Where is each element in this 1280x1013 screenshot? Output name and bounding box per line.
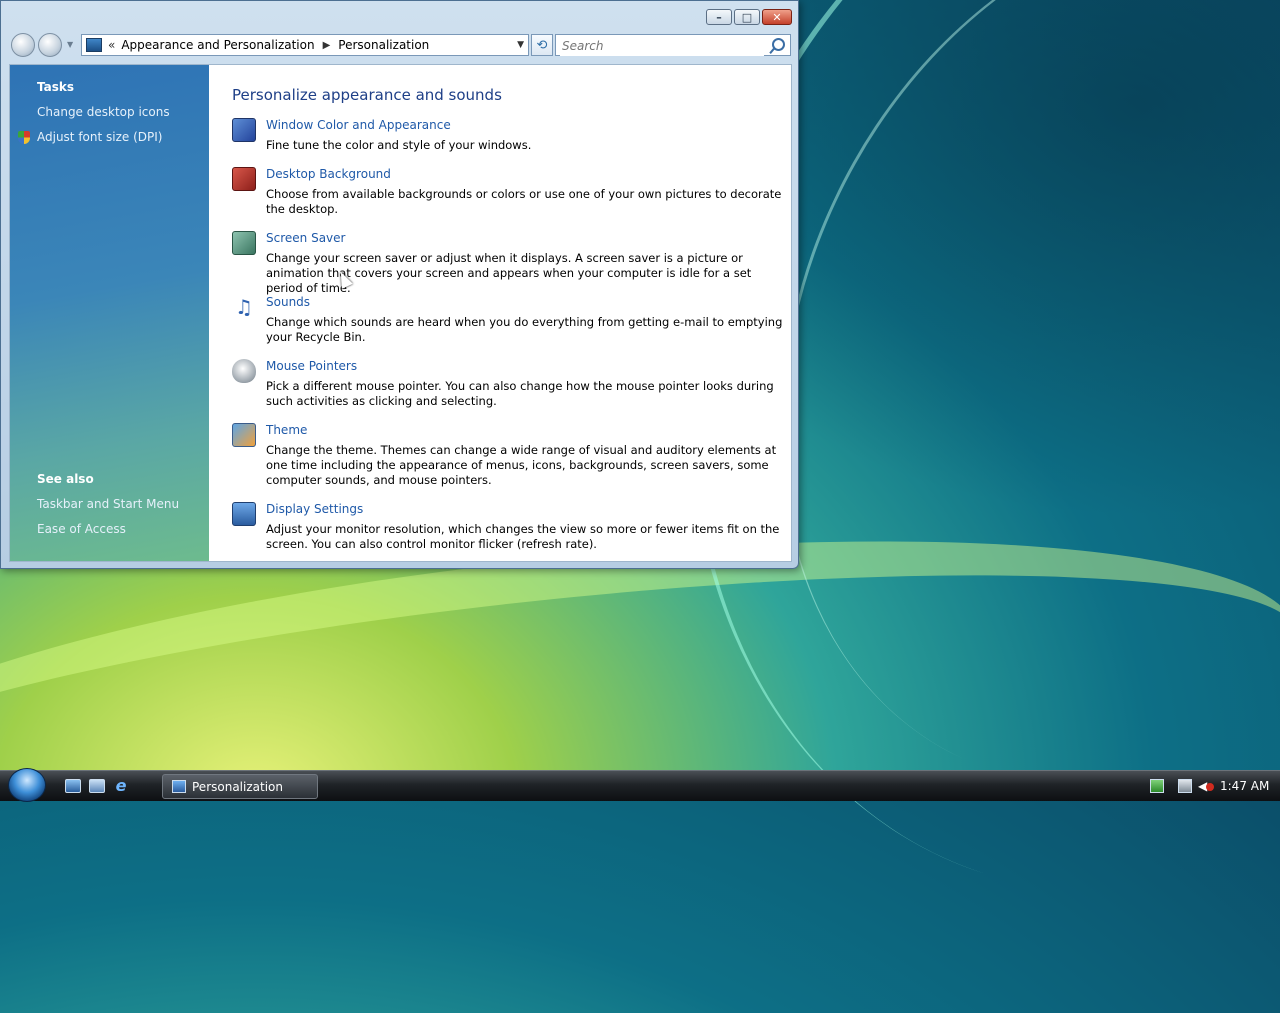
minimize-button[interactable]: –	[706, 9, 732, 25]
internet-explorer-icon[interactable]: e	[113, 778, 129, 794]
display-settings-description: Adjust your monitor resolution, which ch…	[266, 522, 780, 551]
screen-saver-icon[interactable]	[232, 231, 256, 255]
change-desktop-icons-link[interactable]: Change desktop icons	[37, 105, 170, 119]
taskbar-button-label: Personalization	[192, 779, 283, 794]
clock[interactable]: 1:47 AM	[1220, 779, 1269, 793]
ease-of-access-link[interactable]: Ease of Access	[37, 522, 126, 536]
theme-icon[interactable]	[232, 423, 256, 447]
notification-area: ◀ 1:47 AM	[1140, 771, 1280, 801]
content-area: Tasks Change desktop icons Adjust font s…	[9, 64, 792, 562]
theme-link[interactable]: Theme	[266, 423, 307, 437]
page-title: Personalize appearance and sounds	[232, 86, 502, 104]
display-settings-icon[interactable]	[232, 502, 256, 526]
search-input[interactable]	[560, 36, 764, 56]
back-button[interactable]	[11, 33, 35, 57]
uac-shield-icon	[18, 131, 30, 144]
sounds-link[interactable]: Sounds	[266, 295, 310, 309]
sounds-icon[interactable]: ♫	[232, 295, 256, 319]
screen-saver-link[interactable]: Screen Saver	[266, 231, 345, 245]
main-pane: Personalize appearance and sounds Window…	[232, 65, 782, 561]
close-button[interactable]: ✕	[762, 9, 792, 25]
window-color-link[interactable]: Window Color and Appearance	[266, 118, 451, 132]
caption-buttons: – □ ✕	[706, 9, 792, 25]
desktop-background-icon[interactable]	[232, 167, 256, 191]
search-box[interactable]	[555, 34, 791, 56]
personalization-window-icon	[172, 780, 186, 793]
show-desktop-icon[interactable]	[65, 779, 81, 793]
tasks-heading: Tasks	[37, 80, 75, 94]
maximize-button[interactable]: □	[734, 9, 760, 25]
breadcrumb-personalization[interactable]: Personalization	[338, 38, 429, 52]
network-disconnected-icon[interactable]	[1178, 779, 1192, 793]
mouse-pointers-icon[interactable]	[232, 359, 256, 383]
control-panel-icon	[86, 38, 102, 52]
breadcrumb-separator-icon[interactable]: ▶	[323, 40, 331, 51]
personalization-window: – □ ✕ ▼ « Appearance and Personalization…	[0, 0, 799, 569]
breadcrumb-overflow-chevron[interactable]: «	[108, 38, 115, 52]
adjust-font-size-link[interactable]: Adjust font size (DPI)	[37, 130, 162, 144]
breadcrumb-appearance-and-personalization[interactable]: Appearance and Personalization	[121, 38, 314, 52]
see-also-heading: See also	[37, 472, 94, 486]
volume-muted-icon	[1206, 783, 1214, 791]
switch-windows-icon[interactable]	[89, 779, 105, 793]
desktop-background-link[interactable]: Desktop Background	[266, 167, 391, 181]
address-bar[interactable]: « Appearance and Personalization ▶ Perso…	[81, 34, 529, 56]
refresh-button[interactable]: ⟲	[531, 34, 553, 56]
search-icon[interactable]	[772, 38, 785, 51]
desktop-background-description: Choose from available backgrounds or col…	[266, 187, 782, 216]
taskbar-and-start-menu-link[interactable]: Taskbar and Start Menu	[37, 497, 179, 511]
mouse-pointers-description: Pick a different mouse pointer. You can …	[266, 379, 774, 408]
taskbar-button-personalization[interactable]: Personalization	[162, 774, 318, 799]
window-color-icon[interactable]	[232, 118, 256, 142]
sounds-description: Change which sounds are heard when you d…	[266, 315, 783, 344]
display-settings-link[interactable]: Display Settings	[266, 502, 363, 516]
start-button[interactable]	[8, 768, 46, 802]
recent-pages-dropdown[interactable]: ▼	[67, 40, 73, 49]
task-pane: Tasks Change desktop icons Adjust font s…	[10, 65, 209, 561]
mouse-pointers-link[interactable]: Mouse Pointers	[266, 359, 357, 373]
address-dropdown-icon[interactable]: ▼	[517, 40, 524, 50]
network-status-icon[interactable]	[1150, 779, 1164, 793]
window-color-description: Fine tune the color and style of your wi…	[266, 138, 532, 152]
taskbar: e Personalization ◀ 1:47 AM	[0, 768, 1280, 802]
forward-button[interactable]	[38, 33, 62, 57]
navigation-bar: ▼ « Appearance and Personalization ▶ Per…	[9, 31, 791, 59]
theme-description: Change the theme. Themes can change a wi…	[266, 443, 777, 487]
